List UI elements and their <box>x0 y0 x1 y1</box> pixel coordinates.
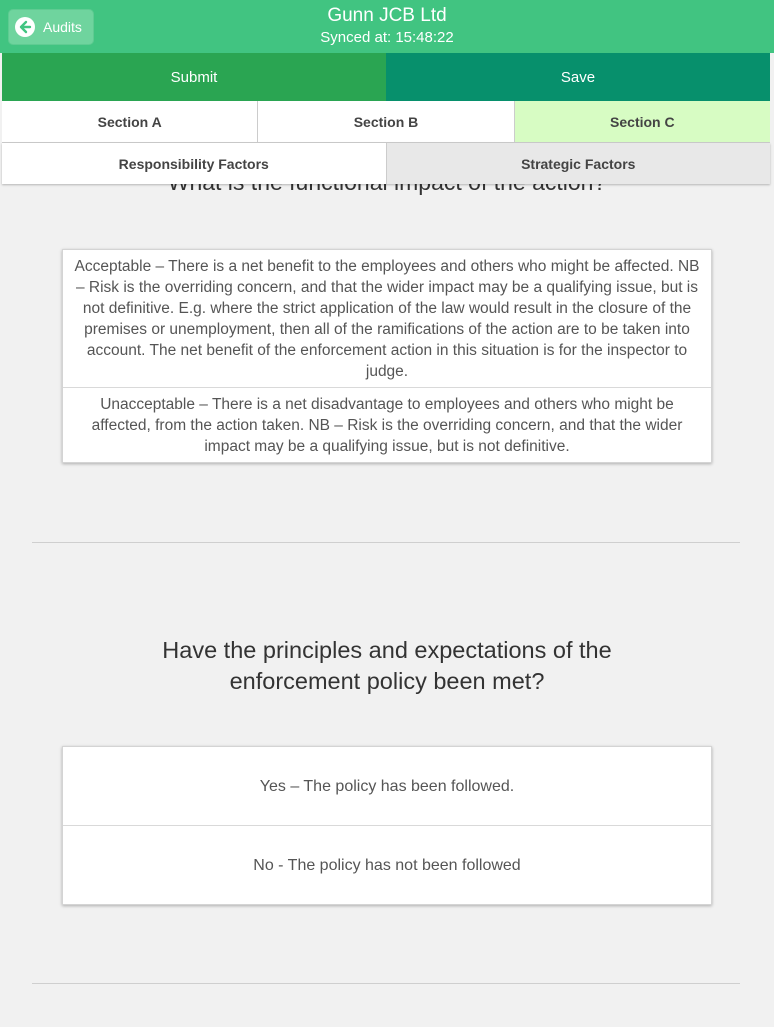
answer-option[interactable]: Acceptable – There is a net benefit to t… <box>63 250 711 387</box>
sync-status: Synced at: 15:48:22 <box>320 29 454 46</box>
tab-strategic-factors[interactable]: Strategic Factors <box>386 143 770 184</box>
question-text: What is the functional impact of the act… <box>0 184 774 196</box>
divider <box>32 542 740 543</box>
section-tabs: Section A Section B Section C <box>2 101 770 143</box>
submit-button[interactable]: Submit <box>2 53 386 101</box>
tab-section-a[interactable]: Section A <box>2 101 259 142</box>
answer-options: Acceptable – There is a net benefit to t… <box>62 249 712 463</box>
action-bar: Submit Save <box>2 53 770 101</box>
sub-tabs: Responsibility Factors Strategic Factors <box>2 143 770 184</box>
answer-option[interactable]: No - The policy has not been followed <box>63 825 711 904</box>
answer-option[interactable]: Unacceptable – There is a net disadvanta… <box>63 387 711 462</box>
save-button[interactable]: Save <box>386 53 770 101</box>
page-title: Gunn JCB Ltd <box>327 5 447 26</box>
question-text: Have the principles and expectations of … <box>162 637 612 694</box>
answer-option[interactable]: Yes – The policy has been followed. <box>63 747 711 825</box>
tab-section-b[interactable]: Section B <box>258 101 515 142</box>
divider <box>32 983 740 984</box>
answer-options: Yes – The policy has been followed. No -… <box>62 746 712 905</box>
app-header: Audits Gunn JCB Ltd Synced at: 15:48:22 <box>0 0 774 53</box>
tab-section-c[interactable]: Section C <box>514 101 770 142</box>
tab-responsibility-factors[interactable]: Responsibility Factors <box>2 143 387 184</box>
question-list[interactable]: What is the functional impact of the act… <box>0 184 774 1027</box>
